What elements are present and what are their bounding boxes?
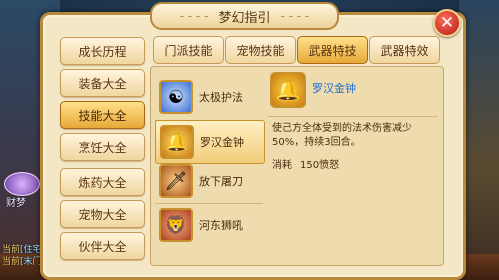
taiji-icon: ☯ [159, 80, 193, 114]
skill-row-blade[interactable]: 🗡 放下屠刀 [155, 160, 263, 202]
skill-row-taiji[interactable]: ☯ 太极护法 [155, 76, 263, 118]
category-cooking[interactable]: 烹饪大全 [60, 133, 145, 161]
category-pets[interactable]: 宠物大全 [60, 200, 145, 228]
player-name: 财梦 [6, 198, 26, 209]
title-ornament-left: - - - - [179, 9, 209, 23]
skill-name: 太极护法 [199, 91, 243, 104]
detail-skill-name: 罗汉金钟 [312, 82, 356, 95]
blade-icon: 🗡 [159, 164, 193, 198]
divider [268, 116, 438, 117]
tab-weapon-skills[interactable]: 武器特技 [297, 36, 368, 64]
golden-bell-icon: 🔔 [160, 125, 194, 159]
player-avatar-badge[interactable] [4, 172, 40, 196]
golden-bell-icon: 🔔 [270, 72, 306, 108]
tab-weapon-effects[interactable]: 武器特效 [369, 36, 440, 64]
chat-line: 当前[末门 [2, 254, 42, 267]
skill-name: 罗汉金钟 [200, 136, 244, 149]
cost-value: 150愤怒 [300, 160, 340, 171]
tab-pet-skills[interactable]: 宠物技能 [225, 36, 296, 64]
skill-name: 放下屠刀 [199, 175, 243, 188]
panel-title: 梦幻指引 [218, 10, 271, 26]
category-partners[interactable]: 伙伴大全 [60, 232, 145, 260]
panel-title-bar: - - - - 梦幻指引 - - - - [150, 2, 339, 30]
skill-row-partial [155, 62, 263, 70]
title-ornament-right: - - - - [280, 9, 310, 23]
skill-row-lion-roar[interactable]: 🦁 河东狮吼 [155, 204, 263, 246]
tab-sect-skills[interactable]: 门派技能 [153, 36, 224, 64]
category-equipment[interactable]: 装备大全 [60, 69, 145, 97]
close-button[interactable]: ✕ [433, 9, 461, 37]
skill-row-partial [155, 248, 263, 262]
category-growth[interactable]: 成长历程 [60, 37, 145, 65]
chat-channel: 当前 [2, 257, 21, 267]
detail-cost: 消耗 150愤怒 [272, 156, 339, 171]
lion-roar-icon: 🦁 [159, 208, 193, 242]
skill-row-golden-bell[interactable]: 🔔 罗汉金钟 [155, 120, 265, 164]
skill-name: 河东狮吼 [199, 219, 243, 232]
cost-label: 消耗 [272, 160, 292, 171]
skill-detail-pane: 🔔 罗汉金钟 使己方全体受到的法术伤害减少50%，持续3回合。 消耗 150愤怒 [268, 70, 438, 260]
category-alchemy[interactable]: 炼药大全 [60, 168, 145, 196]
detail-description: 使己方全体受到的法术伤害减少50%，持续3回合。 [272, 123, 412, 148]
chat-text: [末门 [20, 257, 42, 267]
category-skills[interactable]: 技能大全 [60, 101, 145, 129]
